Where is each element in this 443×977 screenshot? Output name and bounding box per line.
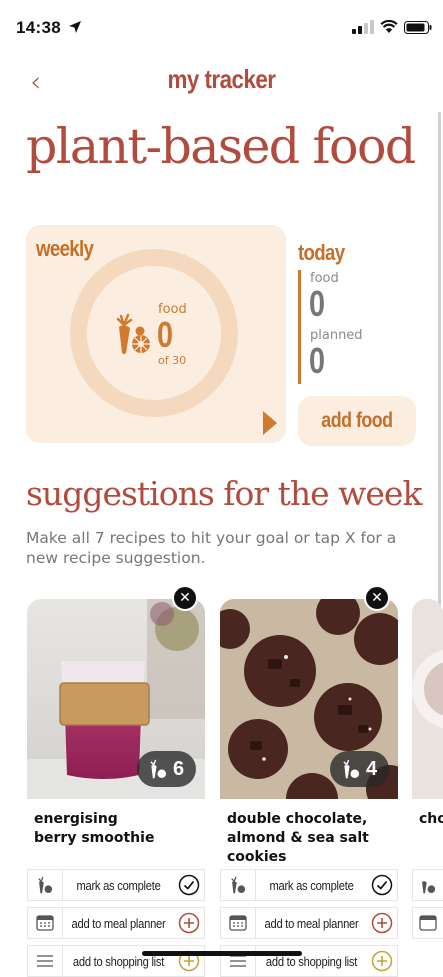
progress-ring	[70, 249, 238, 417]
close-icon[interactable]: ✕	[364, 585, 390, 611]
mark-complete-label: mark as complete	[269, 877, 354, 893]
play-arrow-icon[interactable]	[263, 411, 277, 435]
recipe-title-line: double chocolate,	[227, 811, 368, 827]
today-planned-value: 0	[309, 340, 326, 381]
today-food-value: 0	[309, 283, 326, 324]
recipe-title[interactable]: energising berry smoothie	[34, 810, 214, 848]
suggestions-description: Make all 7 recipes to hit your goal or t…	[26, 529, 397, 567]
plant-count-badge: 4	[330, 751, 390, 787]
check-circle-icon[interactable]	[174, 874, 204, 896]
plus-circle-icon[interactable]	[174, 912, 204, 934]
wifi-icon	[380, 19, 398, 33]
carrot-orange-icon	[116, 313, 150, 354]
mark-complete-row[interactable]	[412, 869, 443, 901]
recipe-title-line: cookies	[227, 849, 287, 865]
page-title: plant-based food	[26, 118, 416, 175]
carrot-orange-icon	[221, 870, 256, 900]
calendar-icon	[28, 908, 63, 938]
mark-complete-label: mark as complete	[76, 877, 161, 893]
suggestions-title: suggestions for the week	[26, 474, 422, 513]
list-icon	[28, 946, 63, 976]
add-to-meal-planner-row[interactable]	[412, 907, 443, 939]
meal-planner-label: add to meal planner	[71, 915, 166, 931]
recipe-title[interactable]: double chocolate, almond & sea salt cook…	[227, 810, 407, 867]
status-bar	[0, 0, 443, 60]
battery-icon	[404, 21, 432, 34]
check-circle-icon[interactable]	[367, 874, 397, 896]
add-to-meal-planner-row[interactable]: add to meal planner	[27, 907, 205, 939]
close-icon[interactable]: ✕	[172, 585, 198, 611]
add-to-meal-planner-row[interactable]: add to meal planner	[220, 907, 398, 939]
recipe-title-line: cho	[419, 811, 443, 827]
today-divider	[298, 270, 301, 384]
add-to-shopping-list-row[interactable]: add to shopping list	[27, 945, 205, 977]
calendar-icon	[221, 908, 256, 938]
plant-count-badge: 6	[137, 751, 197, 787]
mark-complete-row[interactable]: mark as complete	[220, 869, 398, 901]
recipe-title-line: energising	[34, 811, 118, 827]
recipe-title-line: berry smoothie	[34, 830, 155, 846]
calendar-icon	[413, 908, 443, 938]
plus-circle-icon[interactable]	[367, 950, 397, 972]
plus-circle-icon[interactable]	[367, 912, 397, 934]
carrot-orange-icon	[150, 759, 167, 779]
home-indicator[interactable]	[142, 951, 302, 956]
mark-complete-row[interactable]: mark as complete	[27, 869, 205, 901]
carrot-orange-icon	[343, 759, 360, 779]
carrot-orange-icon	[28, 870, 63, 900]
recipe-title[interactable]: cho	[419, 810, 443, 829]
weekly-goal: of 30	[158, 354, 187, 367]
back-chevron-icon[interactable]: ‹	[30, 68, 50, 96]
scrollbar[interactable]	[438, 112, 441, 632]
add-to-shopping-list-row[interactable]: add to shopping list	[220, 945, 398, 977]
add-food-label: add food	[321, 409, 393, 432]
status-time: 14:38	[16, 18, 61, 37]
carrot-orange-icon	[413, 870, 443, 900]
location-arrow-icon	[69, 21, 81, 33]
nav-title: my tracker	[167, 64, 276, 94]
weekly-value: 0	[157, 314, 174, 355]
plant-count: 6	[173, 757, 185, 780]
add-food-button[interactable]: add food	[298, 396, 416, 446]
recipe-title-line: almond & sea salt	[227, 830, 369, 846]
weekly-label: weekly	[36, 236, 94, 261]
today-label: today	[298, 240, 345, 265]
meal-planner-label: add to meal planner	[264, 915, 359, 931]
plant-count: 4	[366, 757, 378, 780]
signal-icon	[352, 20, 374, 34]
recipe-image-peek[interactable]	[412, 599, 443, 799]
